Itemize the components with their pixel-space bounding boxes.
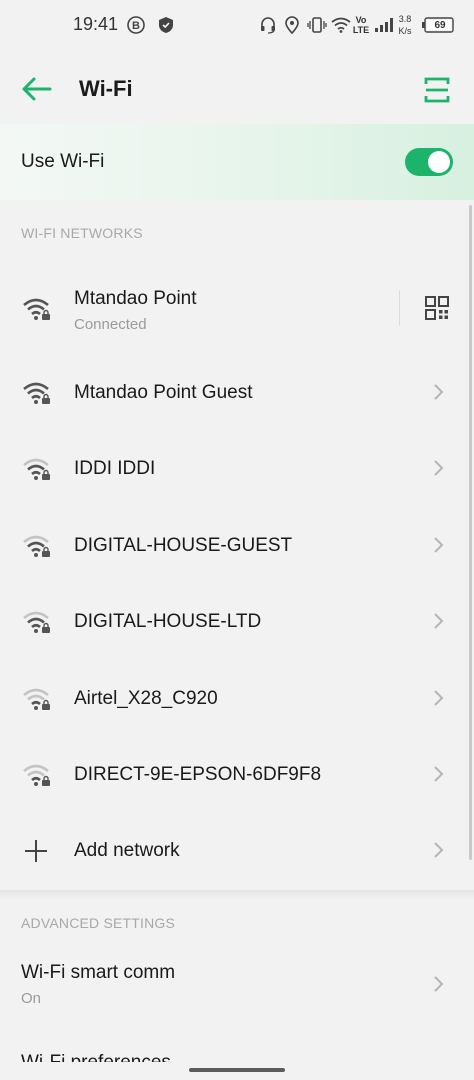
network-name: DIGITAL-HOUSE-LTD (74, 611, 262, 632)
speed-unit-text: K/s (398, 26, 412, 36)
headset-icon (258, 14, 278, 36)
use-wifi-label: Use Wi-Fi (21, 151, 105, 172)
status-bar: 19:41 B Vo LTE 3.8 K/s 69 (0, 0, 474, 52)
chevron-right-icon (434, 842, 444, 858)
network-name: IDDI IDDI (74, 458, 156, 479)
chevron-right-icon (434, 537, 444, 553)
location-icon (283, 14, 301, 36)
network-name: DIRECT-9E-EPSON-6DF9F8 (74, 764, 322, 785)
network-name: Mtandao Point Guest (74, 382, 253, 403)
advanced-settings-heading: ADVANCED SETTINGS (21, 915, 176, 931)
divider (399, 290, 400, 326)
wifi-lock-weak-icon (23, 688, 50, 710)
wifi-lock-strong-icon (23, 298, 50, 320)
volte-top-text: Vo (355, 15, 367, 25)
more-options-button[interactable] (421, 74, 453, 106)
wifi-lock-strong-icon (23, 382, 50, 404)
network-row-digital-house-guest[interactable]: DIGITAL-HOUSE-GUEST (0, 507, 474, 583)
plus-icon (25, 840, 47, 862)
chevron-right-icon (434, 690, 444, 706)
add-network-label: Add network (74, 840, 180, 861)
back-arrow-icon (22, 77, 52, 101)
section-separator (0, 890, 474, 900)
toggle-knob (428, 151, 450, 173)
wifi-status-icon (330, 14, 352, 36)
network-name: Mtandao Point (74, 288, 197, 309)
back-button[interactable] (20, 72, 54, 106)
wifi-smart-comm-row[interactable]: Wi-Fi smart comm On (0, 942, 474, 1022)
app-header: Wi-Fi (0, 52, 474, 124)
scrollbar[interactable] (469, 205, 472, 860)
network-row-digital-house-ltd[interactable]: DIGITAL-HOUSE-LTD (0, 583, 474, 659)
menu-icon (424, 77, 450, 103)
wifi-preferences-row[interactable]: Wi-Fi preferences (21, 1050, 171, 1062)
chevron-right-icon (434, 384, 444, 400)
network-row-airtel[interactable]: Airtel_X28_C920 (0, 660, 474, 736)
network-row-mtandao-point[interactable]: Mtandao Point Connected (0, 270, 474, 346)
vibrate-icon (306, 14, 328, 36)
add-network-row[interactable]: Add network (0, 812, 474, 888)
network-status: Connected (74, 316, 147, 333)
status-time: 19:41 (73, 14, 119, 34)
use-wifi-row[interactable]: Use Wi-Fi (0, 124, 474, 200)
home-indicator[interactable] (189, 1068, 285, 1072)
wifi-lock-medium-icon (23, 535, 50, 557)
wifi-lock-medium-icon (23, 458, 50, 480)
share-qr-button[interactable] (422, 293, 452, 323)
wifi-lock-weak-icon (23, 764, 50, 786)
b-badge-icon: B (126, 14, 146, 36)
chevron-right-icon (434, 613, 444, 629)
chevron-right-icon (434, 766, 444, 782)
network-row-direct-epson[interactable]: DIRECT-9E-EPSON-6DF9F8 (0, 736, 474, 812)
page-title: Wi-Fi (79, 76, 133, 101)
setting-title: Wi-Fi preferences (21, 1052, 171, 1062)
network-row-mtandao-point-guest[interactable]: Mtandao Point Guest (0, 354, 474, 430)
network-name: Airtel_X28_C920 (74, 688, 218, 709)
use-wifi-toggle[interactable] (405, 148, 453, 176)
network-name: DIGITAL-HOUSE-GUEST (74, 535, 293, 556)
speed-value-text: 3.8 (398, 14, 412, 24)
volte-bottom-text: LTE (352, 25, 370, 35)
chevron-right-icon (434, 460, 444, 476)
chevron-right-icon (434, 976, 444, 992)
shield-icon (157, 14, 175, 36)
wifi-networks-heading: WI-FI NETWORKS (21, 225, 143, 241)
setting-subtitle: On (21, 990, 42, 1007)
network-row-iddi-iddi[interactable]: IDDI IDDI (0, 430, 474, 506)
svg-text:B: B (132, 20, 140, 32)
battery-level-text: 69 (434, 20, 446, 31)
qr-code-icon (425, 296, 449, 320)
cell-signal-icon (373, 14, 395, 36)
setting-title: Wi-Fi smart comm (21, 962, 176, 983)
wifi-lock-medium-icon (23, 611, 50, 633)
